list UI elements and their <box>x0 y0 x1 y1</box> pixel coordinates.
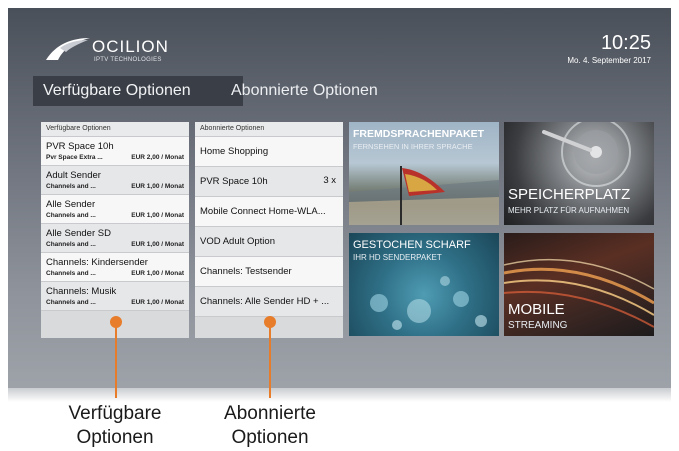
option-price: EUR 1,00 / Monat <box>131 241 184 248</box>
option-price: EUR 1,00 / Monat <box>131 212 184 219</box>
tab-verfuegbare-optionen[interactable]: Verfügbare Optionen <box>33 76 243 106</box>
option-subtitle: Pvr Space Extra ... <box>46 154 103 161</box>
option-title: Channels: Musik <box>46 286 117 297</box>
option-price: EUR 1,00 / Monat <box>131 183 184 190</box>
option-title: Channels: Testsender <box>200 266 292 277</box>
logo-wordmark: OCILION <box>92 37 169 56</box>
option-subtitle: Channels and ... <box>46 299 96 306</box>
subscribed-options-panel: Abonnierte Optionen Home Shopping PVR Sp… <box>195 122 343 338</box>
option-title: PVR Space 10h <box>46 141 114 152</box>
subscribed-option-item[interactable]: Channels: Alle Sender HD + ... <box>195 287 343 317</box>
clock-time: 10:25 <box>600 32 651 54</box>
tile-title: FREMDSPRACHENPAKET <box>353 128 485 140</box>
available-option-item[interactable]: Channels: Kindersender Channels and ... … <box>41 253 189 282</box>
promo-tile-mobile-streaming[interactable]: MOBILE STREAMING <box>504 233 654 336</box>
tile-subtitle: MEHR PLATZ FÜR AUFNAHMEN <box>508 206 630 215</box>
option-count: 3 x <box>323 175 336 186</box>
promo-tile-gestochen-scharf[interactable]: GESTOCHEN SCHARF IHR HD SENDERPAKET <box>349 233 499 336</box>
logo-swoosh-icon <box>46 38 90 60</box>
option-title: PVR Space 10h <box>200 176 268 187</box>
subscribed-option-item[interactable]: VOD Adult Option <box>195 227 343 257</box>
option-title: Mobile Connect Home-WLA... <box>200 206 326 217</box>
option-price: EUR 2,00 / Monat <box>131 154 184 161</box>
subscribed-option-item[interactable]: PVR Space 10h 3 x <box>195 167 343 197</box>
caption-line: Optionen <box>231 427 309 448</box>
available-option-item[interactable]: Adult Sender Channels and ... EUR 1,00 /… <box>41 166 189 195</box>
option-price: EUR 1,00 / Monat <box>131 270 184 277</box>
option-title: Channels: Alle Sender HD + ... <box>200 296 330 307</box>
option-title: Alle Sender SD <box>46 228 111 239</box>
available-option-item[interactable]: PVR Space 10h Pvr Space Extra ... EUR 2,… <box>41 137 189 166</box>
logo-tagline: IPTV TECHNOLOGIES <box>94 57 162 63</box>
available-option-item[interactable]: Alle Sender Channels and ... EUR 1,00 / … <box>41 195 189 224</box>
option-title: Adult Sender <box>46 170 101 181</box>
clock-date: Mo. 4. September 2017 <box>567 56 651 65</box>
tile-title: GESTOCHEN SCHARF <box>353 239 471 251</box>
tab-abonnierte-optionen[interactable]: Abonnierte Optionen <box>221 76 388 106</box>
tile-subtitle: IHR HD SENDERPAKET <box>353 253 442 262</box>
caption-line: Abonnierte <box>224 403 316 424</box>
annotation-line-right <box>269 326 271 398</box>
tile-title: MOBILE <box>508 301 565 318</box>
available-panel-heading: Verfügbare Optionen <box>41 122 189 137</box>
annotation-line-left <box>115 326 117 398</box>
screen-bottom-shadow <box>8 388 671 402</box>
option-subtitle: Channels and ... <box>46 183 96 190</box>
promo-tile-speicherplatz[interactable]: SPEICHERPLATZ MEHR PLATZ FÜR AUFNAHMEN <box>504 122 654 225</box>
option-title: Home Shopping <box>200 146 269 157</box>
option-price: EUR 1,00 / Monat <box>131 299 184 306</box>
caption-abonnierte-optionen: Abonnierte Optionen <box>200 402 340 450</box>
subscribed-option-item[interactable]: Channels: Testsender <box>195 257 343 287</box>
caption-line: Verfügbare <box>68 403 162 424</box>
subscribed-panel-heading: Abonnierte Optionen <box>195 122 343 137</box>
caption-verfuegbare-optionen: Verfügbare Optionen <box>45 402 185 450</box>
available-option-item[interactable]: Alle Sender SD Channels and ... EUR 1,00… <box>41 224 189 253</box>
option-subtitle: Channels and ... <box>46 241 96 248</box>
option-title: Channels: Kindersender <box>46 257 148 268</box>
subscribed-option-item[interactable]: Mobile Connect Home-WLA... <box>195 197 343 227</box>
tile-title: SPEICHERPLATZ <box>508 186 631 203</box>
subscribed-option-item[interactable]: Home Shopping <box>195 137 343 167</box>
option-title: VOD Adult Option <box>200 236 275 247</box>
option-subtitle: Channels and ... <box>46 212 96 219</box>
available-option-item[interactable]: Channels: Musik Channels and ... EUR 1,0… <box>41 282 189 311</box>
ocilion-logo: OCILION IPTV TECHNOLOGIES <box>42 30 192 72</box>
tile-subtitle: FERNSEHEN IN IHRER SPRACHE <box>353 142 473 151</box>
tile-subtitle: STREAMING <box>508 320 568 331</box>
available-options-panel: Verfügbare Optionen PVR Space 10h Pvr Sp… <box>41 122 189 338</box>
option-subtitle: Channels and ... <box>46 270 96 277</box>
promo-tile-fremdsprachen[interactable]: FREMDSPRACHENPAKET FERNSEHEN IN IHRER SP… <box>349 122 499 225</box>
option-title: Alle Sender <box>46 199 96 210</box>
caption-line: Optionen <box>76 427 154 448</box>
